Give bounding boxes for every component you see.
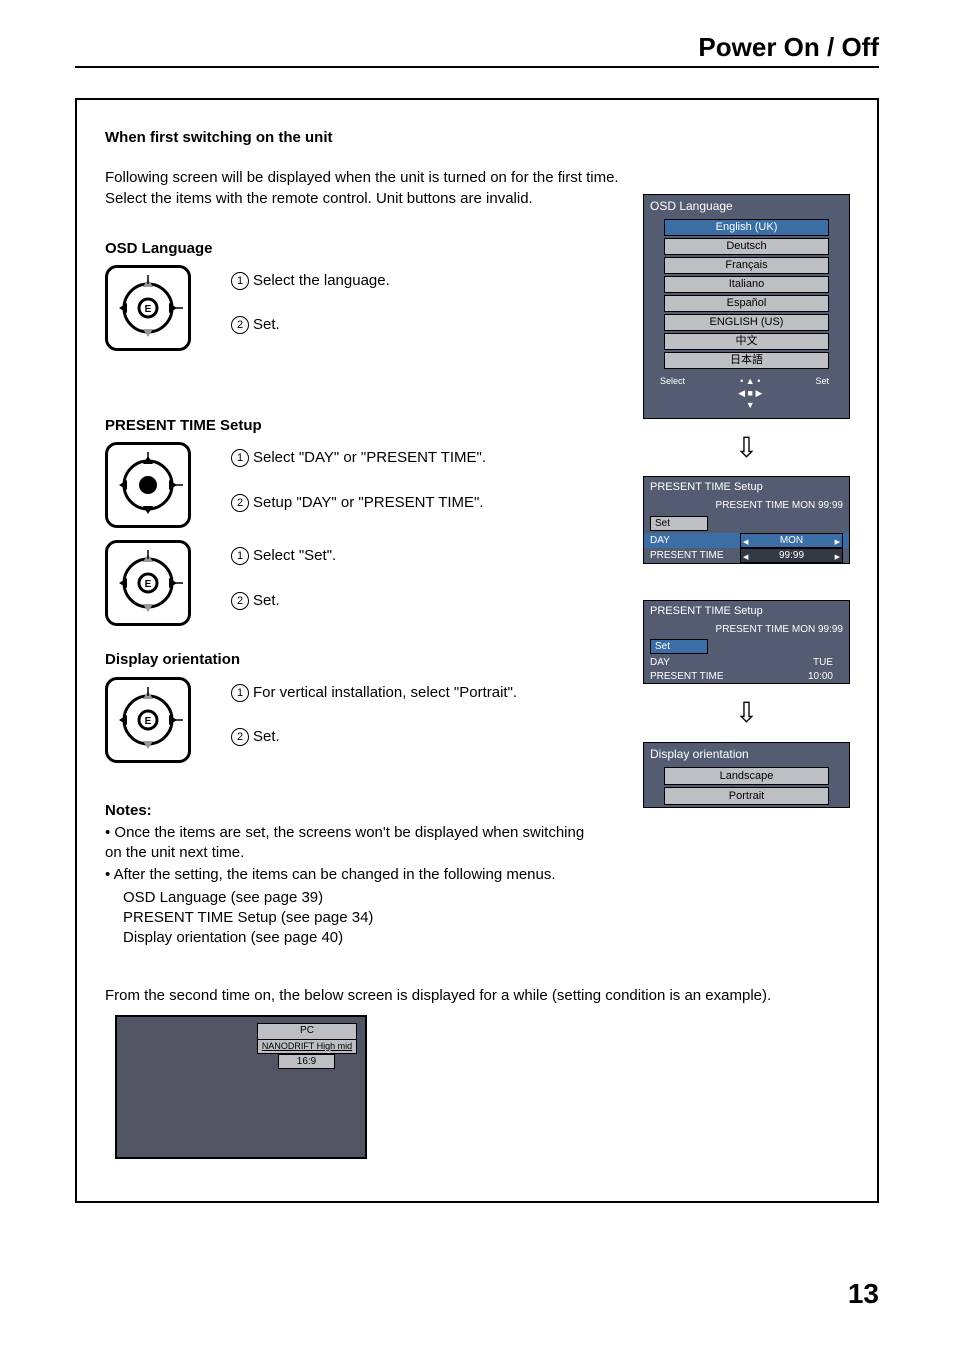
present-time-time-row: PRESENT TIME 10:00 xyxy=(644,670,849,684)
remote-step-group: E 1For vertical installation, select "Po… xyxy=(105,677,605,763)
display-orientation-title: Display orientation xyxy=(644,743,849,765)
page-number: 13 xyxy=(848,1278,879,1310)
right-menus-column: OSD Language English (UK) Deutsch França… xyxy=(644,194,849,808)
down-arrow-icon: ⇩ xyxy=(735,694,758,732)
display-orientation-item: Portrait xyxy=(664,787,829,805)
present-time-menu-2: PRESENT TIME Setup PRESENT TIME MON 99:9… xyxy=(643,600,850,684)
step-label: 2Set. xyxy=(231,727,517,747)
remote-icon-dpad: E xyxy=(105,540,191,626)
day-value: ◀MON▶ xyxy=(740,533,843,548)
display-orientation-menu: Display orientation Landscape Portrait xyxy=(643,742,850,808)
present-time-set-btn: Set xyxy=(650,516,708,531)
present-time-title: PRESENT TIME Setup xyxy=(644,477,849,498)
present-time-menu-1: PRESENT TIME Setup PRESENT TIME MON 99:9… xyxy=(643,476,850,563)
dpad-icon: E xyxy=(113,548,183,618)
present-time-sub: PRESENT TIME MON 99:99 xyxy=(644,622,849,638)
intro-heading: When first switching on the unit xyxy=(105,128,849,148)
osd-lang-item: Español xyxy=(664,295,829,312)
example-tag-aspect: 16:9 xyxy=(278,1054,335,1069)
step-label: 2Set. xyxy=(231,591,336,611)
dpad-icon: E xyxy=(113,273,183,343)
step-label: 1Select "Set". xyxy=(231,546,336,566)
remote-icon-dpad-full xyxy=(105,442,191,528)
osd-lang-item: Italiano xyxy=(664,276,829,293)
step-label: 1For vertical installation, select "Port… xyxy=(231,683,517,703)
second-time-text: From the second time on, the below scree… xyxy=(105,986,845,1006)
present-time-sub: PRESENT TIME MON 99:99 xyxy=(644,498,849,514)
osd-language-menu: OSD Language English (UK) Deutsch França… xyxy=(643,194,850,419)
osd-lang-item: Français xyxy=(664,257,829,274)
osd-lang-item: ENGLISH (US) xyxy=(664,314,829,331)
osd-lang-item: 中文 xyxy=(664,333,829,350)
present-time-day-row: DAY TUE xyxy=(644,656,849,670)
osd-nav-hint: • ▲ •◀ ■ ▶▼ Select Set xyxy=(644,371,849,417)
present-time-heading: PRESENT TIME Setup xyxy=(105,416,605,436)
note-sub: Display orientation (see page 40) xyxy=(105,928,605,948)
content-frame: When first switching on the unit Followi… xyxy=(75,98,879,1203)
present-time-time-row: PRESENT TIME ◀99:99▶ xyxy=(644,548,849,563)
osd-nav-set-label: Set xyxy=(815,375,829,387)
day-value: TUE xyxy=(740,656,843,669)
step-label: 1Select "DAY" or "PRESENT TIME". xyxy=(231,448,486,468)
present-time-day-row: DAY ◀MON▶ xyxy=(644,533,849,548)
svg-text:E: E xyxy=(145,579,152,590)
step-label: 2Set. xyxy=(231,315,390,335)
time-value: ◀99:99▶ xyxy=(740,548,843,563)
osd-lang-item: English (UK) xyxy=(664,219,829,236)
display-orientation-item: Landscape xyxy=(664,767,829,785)
display-orientation-heading: Display orientation xyxy=(105,650,605,670)
notes-list: Once the items are set, the screens won'… xyxy=(105,823,605,886)
note-sub: OSD Language (see page 39) xyxy=(105,888,605,908)
osd-language-heading: OSD Language xyxy=(105,239,605,259)
svg-text:E: E xyxy=(145,716,152,727)
time-label: PRESENT TIME xyxy=(650,670,740,684)
header-rule xyxy=(75,66,879,68)
note-item: After the setting, the items can be chan… xyxy=(105,865,605,885)
intro-p1: Following screen will be displayed when … xyxy=(105,168,849,188)
osd-lang-item: 日本語 xyxy=(664,352,829,369)
osd-nav-select-label: Select xyxy=(660,375,685,387)
present-time-set-btn-hl: Set xyxy=(650,639,708,654)
step-label: 2Setup "DAY" or "PRESENT TIME". xyxy=(231,493,486,513)
step-label: 1Select the language. xyxy=(231,271,390,291)
time-label: PRESENT TIME xyxy=(650,549,740,563)
down-arrow-icon: ⇩ xyxy=(735,429,758,467)
osd-language-menu-title: OSD Language xyxy=(644,195,849,217)
remote-icon-dpad: E xyxy=(105,677,191,763)
remote-icon-dpad: E xyxy=(105,265,191,351)
dpad-icon: E xyxy=(113,685,183,755)
note-sub: PRESENT TIME Setup (see page 34) xyxy=(105,908,605,928)
page-header-title: Power On / Off xyxy=(698,32,879,63)
remote-step-group: E 1Select "Set". 2Set. xyxy=(105,540,605,626)
remote-step-group: E 1Select the language. 2Set. xyxy=(105,265,605,351)
time-value: 10:00 xyxy=(740,670,843,683)
note-item: Once the items are set, the screens won'… xyxy=(105,823,605,864)
svg-text:E: E xyxy=(145,304,152,315)
remote-step-group: 1Select "DAY" or "PRESENT TIME". 2Setup … xyxy=(105,442,605,528)
dpad-icon xyxy=(113,450,183,520)
day-label: DAY xyxy=(650,656,740,670)
notes-heading: Notes: xyxy=(105,801,605,821)
example-tag-nanodrift: NANODRIFT High mid xyxy=(257,1039,357,1054)
day-label: DAY xyxy=(650,534,740,548)
example-screen: PC NANODRIFT High mid 16:9 xyxy=(115,1015,367,1159)
present-time-title: PRESENT TIME Setup xyxy=(644,601,849,622)
osd-lang-item: Deutsch xyxy=(664,238,829,255)
